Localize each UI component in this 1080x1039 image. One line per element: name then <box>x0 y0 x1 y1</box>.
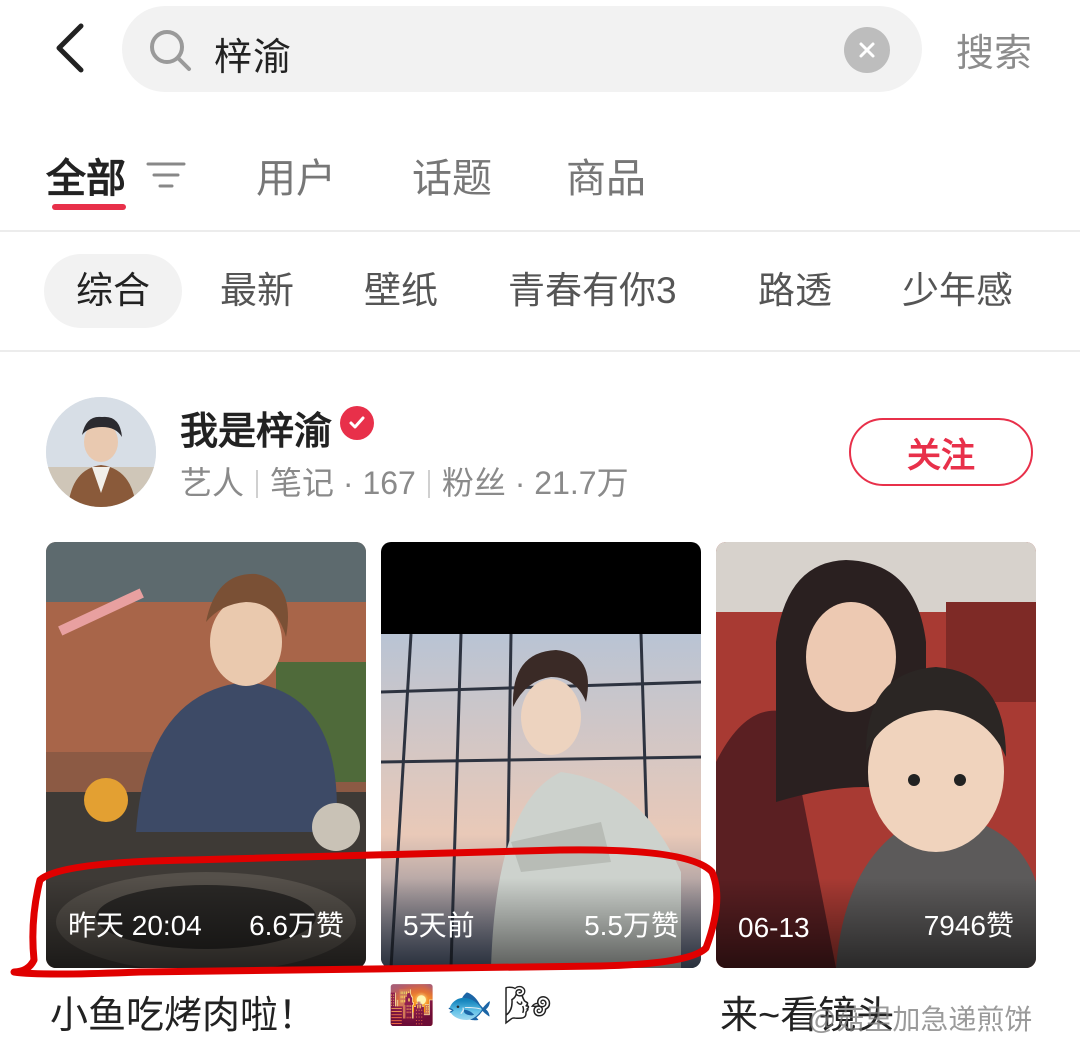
separator <box>256 470 259 498</box>
tab-products[interactable]: 商品 <box>566 146 646 204</box>
tab-topics[interactable]: 话题 <box>412 146 492 204</box>
main-tabs: 全部 用户 话题 商品 <box>0 140 1080 232</box>
chip-boyish[interactable]: 少年感 <box>902 254 1013 328</box>
divider <box>0 350 1080 352</box>
chip-comprehensive[interactable]: 综合 <box>44 254 182 328</box>
avatar[interactable] <box>46 397 156 507</box>
fans-count: 粉丝 · 21.7万 <box>441 465 629 501</box>
tab-all[interactable]: 全部 <box>46 146 126 204</box>
post-card[interactable]: 昨天 20:04 6.6万赞 <box>46 542 366 968</box>
username[interactable]: 我是梓渝 <box>180 400 332 455</box>
notes-count: 笔记 · 167 <box>270 465 416 501</box>
chip-latest[interactable]: 最新 <box>220 254 294 328</box>
search-button[interactable]: 搜索 <box>956 22 1032 77</box>
chip-candid[interactable]: 路透 <box>758 254 832 328</box>
search-bar[interactable]: 梓渝 <box>122 6 922 92</box>
post-card[interactable]: 5天前 5.5万赞 <box>381 542 701 968</box>
filter-chips: 综合 最新 壁纸 青春有你3 路透 少年感 <box>0 254 1080 328</box>
divider <box>0 230 1080 232</box>
watermark: @菇里加急递煎饼 <box>808 1004 1033 1035</box>
tab-active-indicator <box>52 204 126 210</box>
filter-icon[interactable] <box>146 158 186 192</box>
post-caption[interactable]: 🌇 🐟 🌬 <box>388 984 552 1028</box>
post-likes: 7946赞 <box>923 910 1014 941</box>
user-meta: 艺人 笔记 · 167 粉丝 · 21.7万 <box>180 458 629 504</box>
post-likes: 5.5万赞 <box>584 910 679 941</box>
search-icon <box>150 30 191 71</box>
post-time: 昨天 20:04 <box>68 910 202 941</box>
chip-youth-with-you-3[interactable]: 青春有你3 <box>508 254 677 328</box>
chip-wallpaper[interactable]: 壁纸 <box>364 254 438 328</box>
post-card[interactable]: 06-13 7946赞 <box>716 542 1036 968</box>
post-time: 06-13 <box>738 912 810 943</box>
clear-icon[interactable] <box>844 27 890 73</box>
post-time: 5天前 <box>403 910 475 941</box>
post-caption[interactable]: 小鱼吃烤肉啦！ <box>50 984 316 1039</box>
post-likes: 6.6万赞 <box>249 910 344 941</box>
user-role: 艺人 <box>180 465 245 501</box>
tab-users[interactable]: 用户 <box>256 146 336 204</box>
separator <box>427 470 430 498</box>
search-input[interactable]: 梓渝 <box>214 26 292 81</box>
chevron-left-icon <box>56 23 84 73</box>
avatar-image <box>46 397 156 507</box>
verified-icon <box>340 406 374 440</box>
back-button[interactable] <box>40 18 100 78</box>
follow-button[interactable]: 关注 <box>849 418 1033 486</box>
